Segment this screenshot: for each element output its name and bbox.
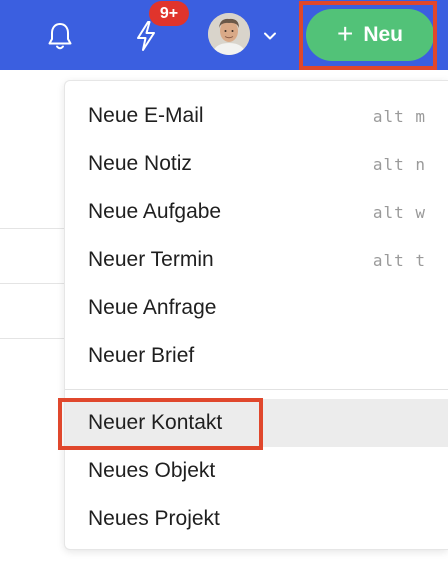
menu-item-new-appointment[interactable]: Neuer Termin alt t <box>65 236 448 284</box>
menu-item-new-contact[interactable]: Neuer Kontakt <box>65 399 448 447</box>
menu-separator <box>65 389 448 390</box>
shortcut-hint: alt n <box>372 154 426 174</box>
top-bar: 9+ + Neu <box>0 0 448 70</box>
user-avatar[interactable] <box>208 13 250 55</box>
shortcut-hint: alt m <box>372 106 426 126</box>
menu-item-new-note[interactable]: Neue Notiz alt n <box>65 140 448 188</box>
new-button-label: Neu <box>363 23 404 46</box>
background-divider <box>0 338 64 339</box>
notifications-bell-icon[interactable] <box>40 16 80 56</box>
new-item-dropdown-menu: Neue E-Mail alt m Neue Notiz alt n Neue … <box>64 80 448 550</box>
menu-item-new-property[interactable]: Neues Objekt <box>65 447 448 495</box>
menu-item-new-email[interactable]: Neue E-Mail alt m <box>65 92 448 140</box>
background-divider <box>0 283 64 284</box>
notification-count-badge: 9+ <box>149 1 189 26</box>
menu-item-new-project[interactable]: Neues Projekt <box>65 495 448 543</box>
background-divider <box>0 228 64 229</box>
menu-item-new-inquiry[interactable]: Neue Anfrage <box>65 284 448 332</box>
menu-item-new-letter[interactable]: Neuer Brief <box>65 332 448 380</box>
plus-icon: + <box>336 17 354 49</box>
new-button[interactable]: + Neu <box>306 9 434 61</box>
chevron-down-icon[interactable] <box>256 16 284 56</box>
shortcut-hint: alt w <box>372 202 426 222</box>
shortcut-hint: alt t <box>372 250 426 270</box>
menu-item-new-task[interactable]: Neue Aufgabe alt w <box>65 188 448 236</box>
